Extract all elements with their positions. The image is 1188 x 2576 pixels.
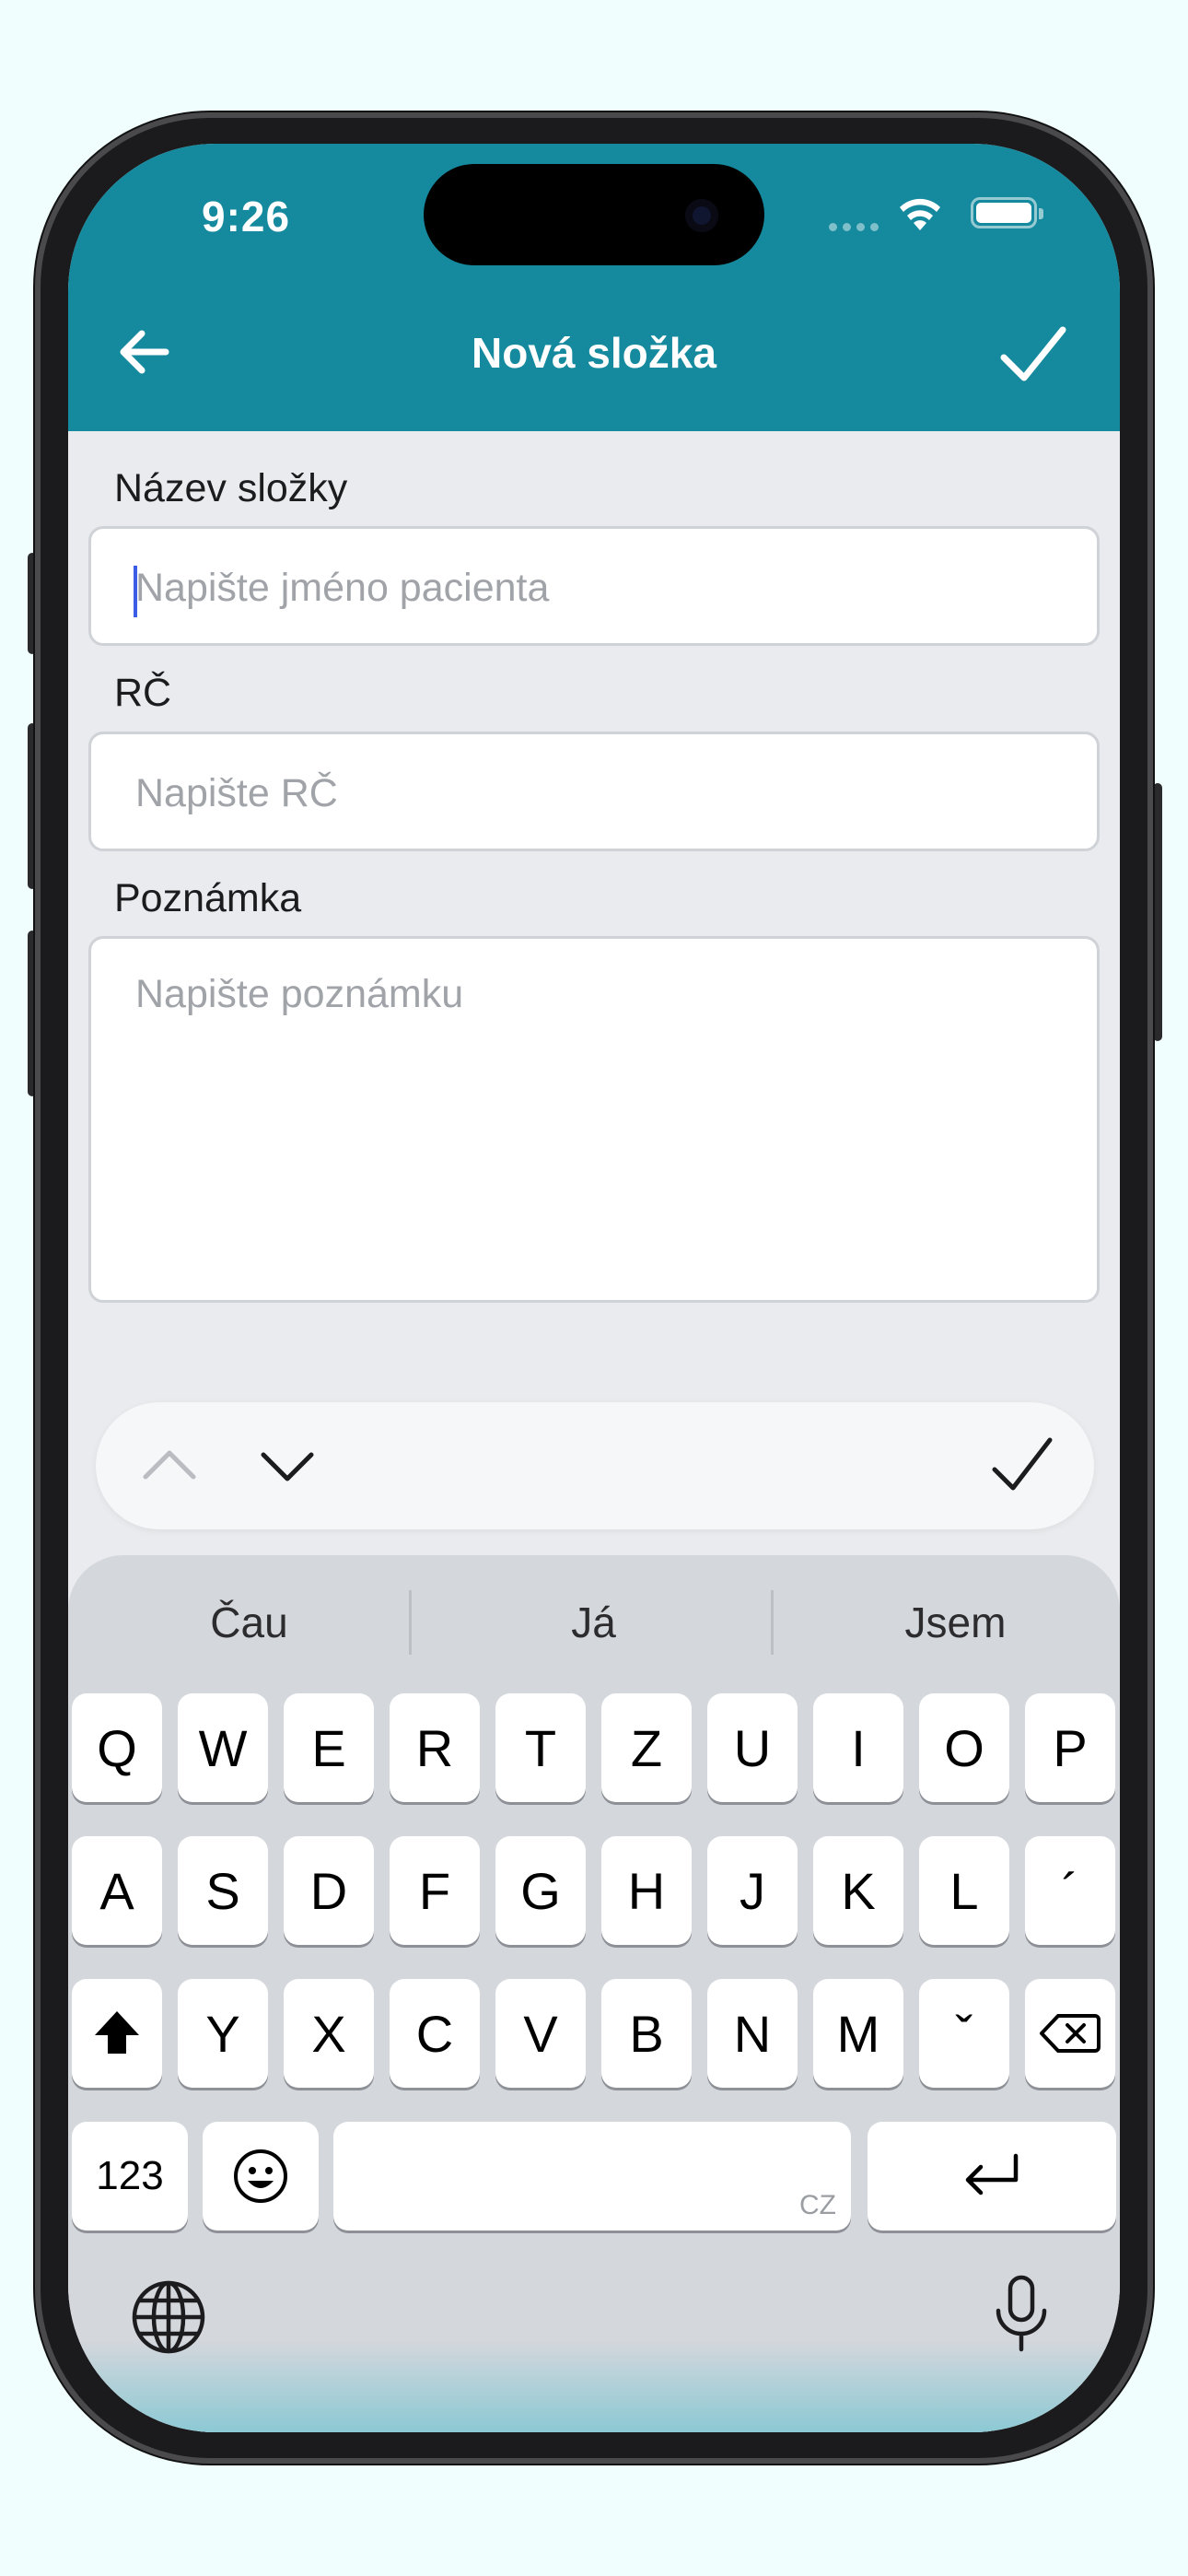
- key-b[interactable]: B: [601, 1979, 692, 2088]
- key-f[interactable]: F: [390, 1836, 480, 1945]
- key-j[interactable]: J: [707, 1836, 798, 1945]
- key-acute[interactable]: ´: [1025, 1836, 1115, 1945]
- keyboard-language-tag: CZ: [799, 2190, 836, 2220]
- key-i[interactable]: I: [813, 1693, 903, 1802]
- key-a[interactable]: A: [72, 1836, 162, 1945]
- key-x[interactable]: X: [284, 1979, 374, 2088]
- folder-name-placeholder: Napište jméno pacienta: [135, 566, 550, 610]
- key-g[interactable]: G: [495, 1836, 586, 1945]
- system-keyboard: Čau Já Jsem Q W E R T Z U I O P A S D F …: [68, 1555, 1120, 2432]
- suggestion-bar: Čau Já Jsem: [68, 1555, 1120, 1690]
- backspace-key[interactable]: [1025, 1979, 1115, 2088]
- page-title: Nová složka: [472, 329, 716, 377]
- key-r[interactable]: R: [390, 1693, 480, 1802]
- key-m[interactable]: M: [813, 1979, 903, 2088]
- suggestion-2[interactable]: Já: [413, 1555, 775, 1690]
- app-header: 9:26 Nová složka: [68, 144, 1120, 431]
- chevron-down-icon[interactable]: [250, 1429, 324, 1503]
- globe-icon[interactable]: [127, 2276, 210, 2359]
- return-key[interactable]: [868, 2122, 1116, 2231]
- space-key[interactable]: CZ: [333, 2122, 851, 2231]
- rc-placeholder: Napište RČ: [135, 771, 338, 815]
- key-n[interactable]: N: [707, 1979, 798, 2088]
- key-caron[interactable]: ˇ: [919, 1979, 1009, 2088]
- key-d[interactable]: D: [284, 1836, 374, 1945]
- emoji-key[interactable]: [203, 2122, 319, 2231]
- note-label: Poznámka: [114, 876, 302, 920]
- key-y[interactable]: Y: [178, 1979, 268, 2088]
- return-arrow-icon: [965, 2153, 1019, 2195]
- power-button: [1153, 783, 1162, 1041]
- note-placeholder: Napište poznámku: [135, 972, 464, 1016]
- key-p[interactable]: P: [1025, 1693, 1115, 1802]
- key-w[interactable]: W: [178, 1693, 268, 1802]
- shift-arrow-icon: [95, 2011, 139, 2054]
- wifi-icon: [900, 198, 940, 230]
- key-v[interactable]: V: [495, 1979, 586, 2088]
- done-checkmark-icon[interactable]: [985, 1429, 1059, 1503]
- key-k[interactable]: K: [813, 1836, 903, 1945]
- suggestion-divider: [771, 1590, 774, 1655]
- numbers-key[interactable]: 123: [72, 2122, 188, 2231]
- folder-name-label: Název složky: [114, 466, 348, 510]
- microphone-icon[interactable]: [980, 2272, 1063, 2355]
- key-o[interactable]: O: [919, 1693, 1009, 1802]
- note-textarea[interactable]: Napište poznámku: [88, 936, 1100, 1303]
- suggestion-1[interactable]: Čau: [68, 1555, 430, 1690]
- save-checkmark-icon[interactable]: [991, 313, 1074, 396]
- key-t[interactable]: T: [495, 1693, 586, 1802]
- emoji-icon: [234, 2149, 287, 2203]
- key-h[interactable]: H: [601, 1836, 692, 1945]
- backspace-icon: [1040, 2014, 1101, 2053]
- suggestion-3[interactable]: Jsem: [775, 1555, 1120, 1690]
- dynamic-island: [424, 164, 764, 265]
- key-q[interactable]: Q: [72, 1693, 162, 1802]
- app-screen: 9:26 Nová složka Název složky Napište jm…: [68, 144, 1120, 2432]
- suggestion-divider: [409, 1590, 412, 1655]
- status-time: 9:26: [202, 193, 291, 240]
- chevron-up-icon[interactable]: [133, 1429, 206, 1503]
- key-l[interactable]: L: [919, 1836, 1009, 1945]
- key-z[interactable]: Z: [601, 1693, 692, 1802]
- rc-label: RČ: [114, 671, 172, 715]
- key-c[interactable]: C: [390, 1979, 480, 2088]
- battery-icon: [971, 197, 1043, 228]
- cellular-signal-icon: [829, 223, 879, 231]
- key-e[interactable]: E: [284, 1693, 374, 1802]
- rc-input[interactable]: Napište RČ: [88, 732, 1100, 851]
- input-accessory-bar: [96, 1402, 1094, 1529]
- key-s[interactable]: S: [178, 1836, 268, 1945]
- shift-key[interactable]: [72, 1979, 162, 2088]
- home-indicator-area: [68, 2340, 1120, 2432]
- folder-name-input[interactable]: Napište jméno pacienta: [88, 526, 1100, 646]
- key-u[interactable]: U: [707, 1693, 798, 1802]
